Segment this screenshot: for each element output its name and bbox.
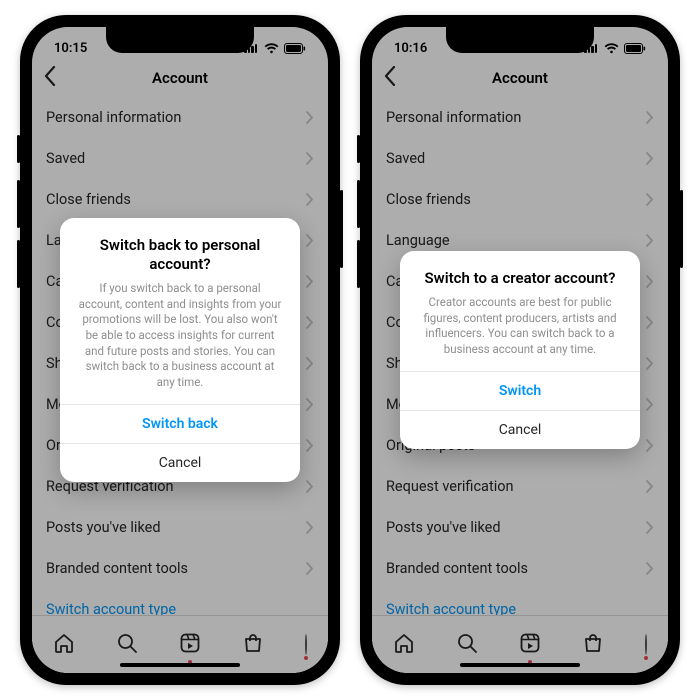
screen-right: 10:16 Account Personal information S bbox=[372, 27, 668, 673]
mute-switch bbox=[357, 135, 360, 163]
switch-creator-dialog: Switch to a creator account? Creator acc… bbox=[400, 251, 640, 450]
phone-right: 10:16 Account Personal information S bbox=[360, 15, 680, 685]
switch-back-button[interactable]: Switch back bbox=[60, 404, 300, 443]
home-indicator[interactable] bbox=[460, 663, 580, 667]
screen-left: 10:15 Account Personal information S bbox=[32, 27, 328, 673]
cancel-button[interactable]: Cancel bbox=[400, 410, 640, 449]
volume-down-button bbox=[17, 240, 20, 288]
dialog-body: If you switch back to a personal account… bbox=[78, 281, 282, 390]
phone-left: 10:15 Account Personal information S bbox=[20, 15, 340, 685]
mute-switch bbox=[17, 135, 20, 163]
dialog-body: Creator accounts are best for public fig… bbox=[418, 295, 622, 357]
power-button bbox=[340, 190, 343, 268]
dialog-title: Switch back to personal account? bbox=[78, 236, 282, 274]
modal-overlay: Switch back to personal account? If you … bbox=[32, 27, 328, 673]
cancel-button[interactable]: Cancel bbox=[60, 443, 300, 482]
switch-button[interactable]: Switch bbox=[400, 371, 640, 410]
power-button bbox=[680, 190, 683, 268]
volume-up-button bbox=[17, 180, 20, 228]
notch bbox=[106, 27, 254, 53]
volume-up-button bbox=[357, 180, 360, 228]
volume-down-button bbox=[357, 240, 360, 288]
home-indicator[interactable] bbox=[120, 663, 240, 667]
notch bbox=[446, 27, 594, 53]
switch-personal-dialog: Switch back to personal account? If you … bbox=[60, 218, 300, 482]
dialog-title: Switch to a creator account? bbox=[418, 269, 622, 288]
modal-overlay: Switch to a creator account? Creator acc… bbox=[372, 27, 668, 673]
